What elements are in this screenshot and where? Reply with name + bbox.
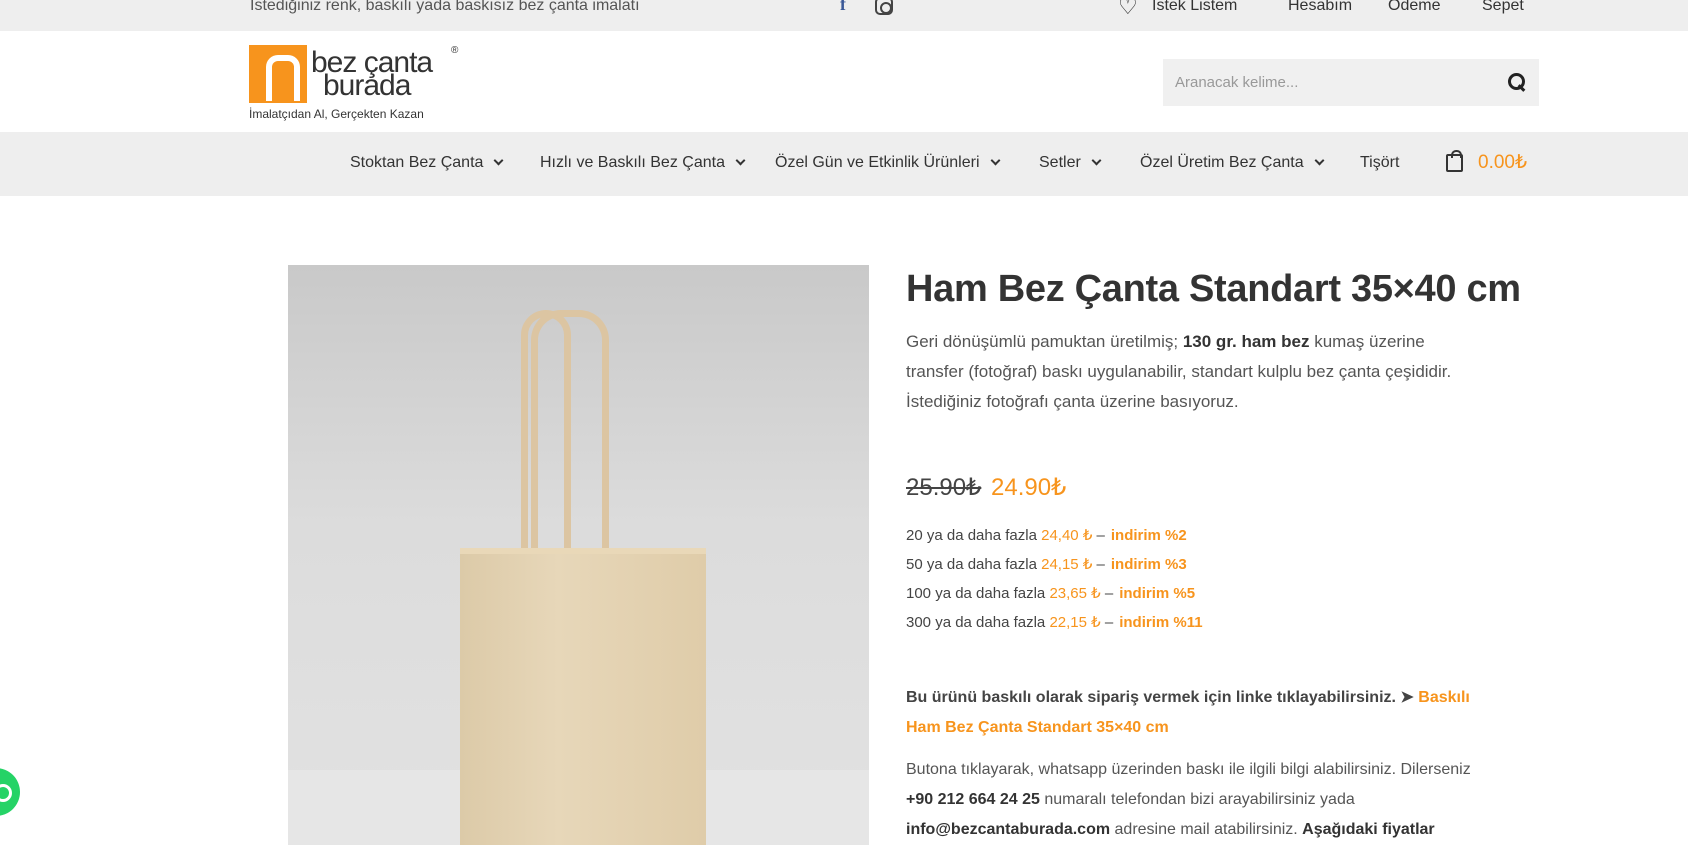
product-image[interactable]	[288, 265, 869, 845]
shopping-bag-icon[interactable]	[1446, 150, 1463, 172]
price-old: 25.90₺	[906, 474, 982, 501]
product-title: Ham Bez Çanta Standart 35×40 cm	[906, 268, 1521, 310]
chevron-down-icon	[1314, 155, 1325, 166]
chevron-down-icon	[735, 155, 746, 166]
cta-text: Bu ürünü baskılı olarak sipariş vermek i…	[906, 689, 1419, 706]
email-address[interactable]: info@bezcantaburada.com	[906, 821, 1110, 838]
tier-qty: 300 ya da daha fazla	[906, 614, 1046, 631]
main-nav: Stoktan Bez Çanta Hızlı ve Baskılı Bez Ç…	[0, 132, 1688, 196]
nav-item-hizli-baskili[interactable]: Hızlı ve Baskılı Bez Çanta	[540, 154, 746, 172]
contact-info: Butona tıklayarak, whatsapp üzerinden ba…	[906, 755, 1486, 845]
account-link[interactable]: Hesabım	[1288, 0, 1352, 15]
nav-label: Özel Gün ve Etkinlik Ürünleri	[775, 154, 980, 171]
nav-item-ozel-uretim[interactable]: Özel Üretim Bez Çanta	[1140, 154, 1325, 172]
desc-fabric: 130 gr. ham bez	[1182, 332, 1310, 351]
nav-label: Hızlı ve Baskılı Bez Çanta	[540, 154, 725, 171]
nav-label: Özel Üretim Bez Çanta	[1140, 154, 1304, 171]
tier-sep: –	[1096, 556, 1105, 573]
printed-order-note: Bu ürünü baskılı olarak sipariş vermek i…	[906, 683, 1486, 743]
info-text-3: adresine mail atabilirsiniz.	[1110, 821, 1303, 838]
info-tail: Aşağıdaki fiyatlar	[1302, 821, 1435, 838]
nav-label: Stoktan Bez Çanta	[350, 154, 484, 171]
nav-item-setler[interactable]: Setler	[1039, 154, 1102, 172]
chevron-down-icon	[1091, 155, 1102, 166]
tier-qty: 100 ya da daha fazla	[906, 585, 1046, 602]
top-bar: İstediğiniz renk, baskılı yada baskısız …	[0, 0, 1688, 31]
price-tier: 300 ya da daha fazla 22,15 ₺ – indirim %1…	[906, 613, 1203, 631]
tier-qty: 20 ya da daha fazla	[906, 527, 1037, 544]
info-text-2: numaralı telefondan bizi arayabilirsiniz…	[1039, 791, 1355, 808]
checkout-link[interactable]: Ödeme	[1388, 0, 1440, 15]
tier-price: 23,65 ₺	[1049, 585, 1101, 602]
chevron-down-icon	[990, 155, 1000, 166]
whatsapp-icon[interactable]	[0, 768, 20, 816]
nav-item-ozel-gun[interactable]: Özel Gün ve Etkinlik Ürünleri	[775, 154, 1000, 172]
search-input[interactable]	[1163, 59, 1493, 106]
wishlist-link[interactable]: İstek Listem	[1152, 0, 1237, 15]
phone-number[interactable]: +90 212 664 24 25	[906, 791, 1040, 808]
bag-handle-front	[531, 310, 609, 555]
product-description: Geri dönüşümlü pamuktan üretilmiş; 130 g…	[906, 327, 1486, 417]
tote-bag	[460, 548, 706, 845]
site-header: bez çanta burada ® İmalatçıdan Al, Gerçe…	[0, 31, 1688, 132]
search-box	[1163, 59, 1539, 106]
info-text: Butona tıklayarak, whatsapp üzerinden ba…	[906, 761, 1471, 778]
registered-mark-icon: ®	[451, 45, 459, 56]
search-icon[interactable]	[1507, 72, 1527, 92]
logo-bag-icon	[249, 45, 307, 103]
logo-word-2: burada	[323, 69, 411, 102]
nav-label: Tişört	[1360, 154, 1400, 171]
tier-price: 22,15 ₺	[1049, 614, 1101, 631]
instagram-icon[interactable]	[875, 0, 893, 15]
nav-item-stoktan[interactable]: Stoktan Bez Çanta	[350, 154, 504, 172]
heart-icon[interactable]: ♡	[1118, 0, 1138, 20]
tier-sep: –	[1104, 585, 1114, 602]
cart-link[interactable]: Sepet	[1482, 0, 1524, 15]
price-current: 24.90₺	[991, 474, 1067, 501]
tier-sep: –	[1104, 614, 1114, 631]
cart-total[interactable]: 0.00₺	[1478, 151, 1527, 174]
tier-qty: 50 ya da daha fazla	[906, 556, 1037, 573]
top-tagline: İstediğiniz renk, baskılı yada baskısız …	[250, 0, 640, 14]
chevron-down-icon	[493, 155, 504, 166]
nav-label: Setler	[1039, 154, 1081, 171]
desc-text: Geri dönüşümlü pamuktan üretilmiş;	[906, 332, 1183, 351]
nav-item-tisort[interactable]: Tişört	[1360, 154, 1399, 172]
price-tier: 50 ya da daha fazla 24,15 ₺ – indirim %3	[906, 555, 1187, 573]
logo-tagline: İmalatçıdan Al, Gerçekten Kazan	[249, 107, 424, 121]
tier-price: 24,15 ₺	[1041, 556, 1093, 573]
tier-sep: –	[1096, 527, 1105, 544]
price-tier: 20 ya da daha fazla 24,40 ₺ – indirim %2	[906, 526, 1187, 544]
tier-discount: indirim %3	[1110, 556, 1187, 573]
tier-discount: indirim %11	[1119, 614, 1203, 631]
tier-price: 24,40 ₺	[1041, 527, 1093, 544]
facebook-icon[interactable]: f	[840, 0, 846, 15]
site-logo[interactable]: bez çanta burada ® İmalatçıdan Al, Gerçe…	[249, 45, 464, 125]
tier-discount: indirim %2	[1110, 527, 1187, 544]
tier-discount: indirim %5	[1119, 585, 1196, 602]
price-tier: 100 ya da daha fazla 23,65 ₺ – indirim %5	[906, 584, 1195, 602]
